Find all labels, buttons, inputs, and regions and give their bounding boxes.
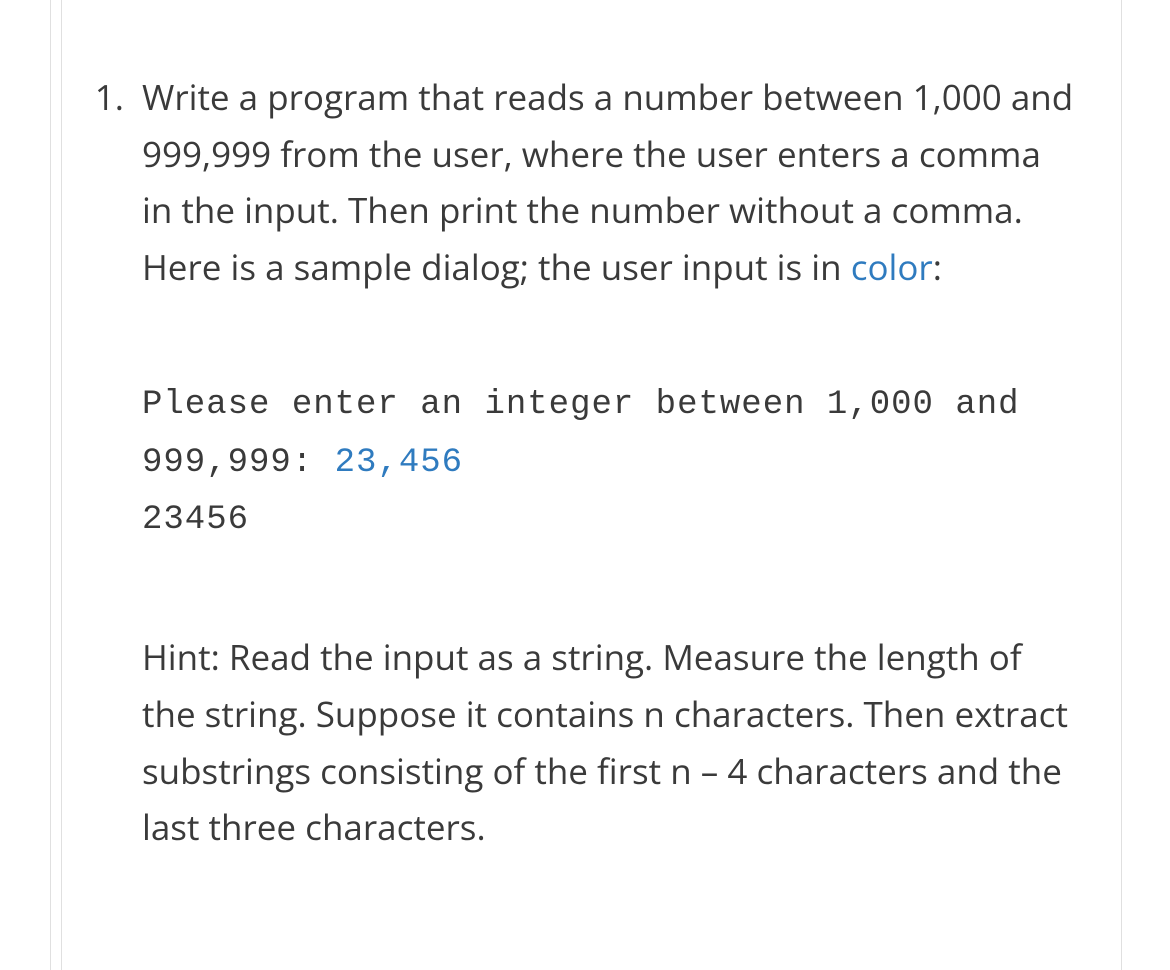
problem-description: Write a program that reads a number betw… — [142, 70, 1079, 297]
outer-border-container: 1. Write a program that reads a number b… — [50, 0, 1170, 970]
problem-list-item: 1. Write a program that reads a number b… — [82, 70, 1079, 857]
code-line-2: 23456 — [142, 492, 1079, 550]
code-line-1: Please enter an integer between 1,000 an… — [142, 377, 1079, 493]
problem-content: Write a program that reads a number betw… — [142, 70, 1079, 857]
code-prompt: Please enter an integer between 1,000 an… — [142, 386, 1020, 482]
color-link[interactable]: color — [851, 244, 933, 291]
hint-text: Hint: Read the input as a string. Measur… — [142, 630, 1079, 857]
content-box: 1. Write a program that reads a number b… — [61, 0, 1122, 970]
code-user-input: 23,456 — [335, 444, 463, 482]
code-sample: Please enter an integer between 1,000 an… — [142, 377, 1079, 550]
problem-number: 1. — [82, 70, 142, 126]
description-text-2: : — [933, 244, 942, 291]
